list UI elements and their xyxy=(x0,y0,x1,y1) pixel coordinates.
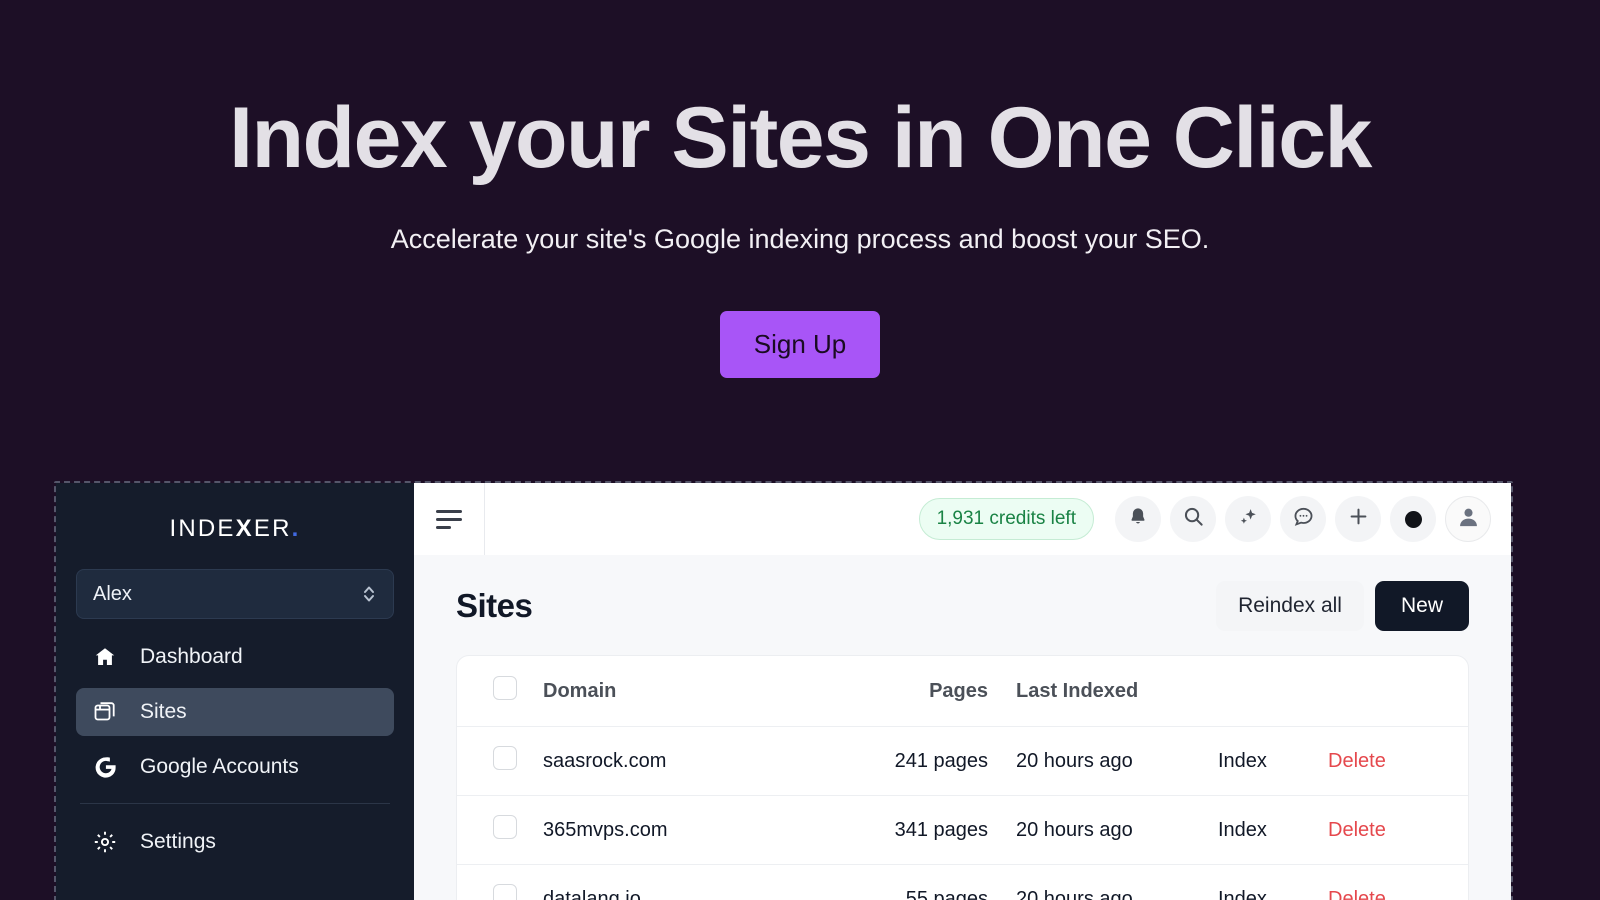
logo-part-x: X xyxy=(235,515,254,542)
select-all-header xyxy=(457,656,543,727)
row-select-cell xyxy=(457,726,543,796)
row-checkbox[interactable] xyxy=(493,815,517,839)
search-icon xyxy=(1182,505,1205,533)
table-row[interactable]: datalang.io 55 pages 20 hours ago Index … xyxy=(457,865,1468,900)
cell-pages: 55 pages xyxy=(905,887,988,900)
bell-icon xyxy=(1127,506,1149,533)
chevron-up-down-icon xyxy=(361,583,377,605)
sites-table: Domain Pages Last Indexed saasrock.com 2… xyxy=(457,656,1468,900)
app-logo: INDEXER. xyxy=(76,483,394,543)
cell-last-indexed: 20 hours ago xyxy=(988,795,1218,865)
column-header-domain: Domain xyxy=(543,656,808,727)
row-select-cell xyxy=(457,795,543,865)
plus-icon xyxy=(1347,505,1370,533)
main-area: 1,931 credits left Sites Reindex all New… xyxy=(414,483,1511,900)
chat-button[interactable] xyxy=(1280,496,1326,542)
sidebar: INDEXER. Alex Dashboard Sites Google Acc… xyxy=(56,483,414,900)
table-row[interactable]: saasrock.com 241 pages 20 hours ago Inde… xyxy=(457,726,1468,796)
table-header: Domain Pages Last Indexed xyxy=(457,656,1468,727)
index-action-link[interactable]: Index xyxy=(1218,726,1328,796)
row-checkbox[interactable] xyxy=(493,884,517,900)
theme-toggle-button[interactable] xyxy=(1390,496,1436,542)
page-title: Index your Sites in One Click xyxy=(229,90,1372,186)
home-icon xyxy=(92,644,118,670)
table-row[interactable]: 365mvps.com 341 pages 20 hours ago Index… xyxy=(457,795,1468,865)
cell-domain: saasrock.com xyxy=(543,726,808,796)
index-action-link[interactable]: Index xyxy=(1218,865,1328,900)
delete-action-link[interactable]: Delete xyxy=(1328,865,1468,900)
search-button[interactable] xyxy=(1170,496,1216,542)
sidebar-item-dashboard[interactable]: Dashboard xyxy=(76,633,394,681)
sparkles-icon xyxy=(1237,505,1260,533)
index-action-link[interactable]: Index xyxy=(1218,795,1328,865)
theme-dot-icon xyxy=(1404,510,1422,528)
account-name: Alex xyxy=(93,582,132,605)
hero-section: Index your Sites in One Click Accelerate… xyxy=(0,0,1600,378)
new-site-button[interactable]: New xyxy=(1374,581,1469,631)
cell-pages: 341 pages xyxy=(808,795,988,865)
row-checkbox[interactable] xyxy=(493,746,517,770)
window-icon xyxy=(92,699,118,725)
sites-title: Sites xyxy=(456,587,533,624)
add-button[interactable] xyxy=(1335,496,1381,542)
sidebar-nav: Dashboard Sites Google Accounts Settings xyxy=(76,633,394,866)
logo-part-1: INDE xyxy=(169,515,236,542)
top-toolbar: 1,931 credits left xyxy=(414,483,1511,555)
cell-last-indexed: 20 hours ago xyxy=(988,726,1218,796)
column-header-index-action xyxy=(1218,656,1328,727)
content-header: Sites Reindex all New xyxy=(456,581,1469,631)
user-avatar-button[interactable] xyxy=(1445,496,1491,542)
sidebar-item-label: Dashboard xyxy=(140,645,243,668)
reindex-all-button[interactable]: Reindex all xyxy=(1216,581,1364,631)
sign-up-button[interactable]: Sign Up xyxy=(719,311,881,378)
hamburger-icon[interactable] xyxy=(436,509,462,529)
notifications-button[interactable] xyxy=(1115,496,1161,542)
sidebar-item-settings[interactable]: Settings xyxy=(76,818,394,866)
landing-page: Index your Sites in One Click Accelerate… xyxy=(0,0,1600,900)
content-area: Sites Reindex all New Domain Pages Last … xyxy=(414,555,1511,900)
sites-table-card: Domain Pages Last Indexed saasrock.com 2… xyxy=(456,655,1469,900)
cell-last-indexed: 20 hours ago xyxy=(1016,887,1133,900)
cell-domain: datalang.io xyxy=(543,887,641,900)
table-header-row: Domain Pages Last Indexed xyxy=(457,656,1468,727)
delete-action-link[interactable]: Delete xyxy=(1328,726,1468,796)
sidebar-divider xyxy=(80,803,390,804)
avatar-icon xyxy=(1456,504,1481,534)
sidebar-item-label: Sites xyxy=(140,700,187,723)
app-preview-window: INDEXER. Alex Dashboard Sites Google Acc… xyxy=(54,481,1513,900)
account-switcher[interactable]: Alex xyxy=(76,569,394,619)
google-g-icon xyxy=(92,754,118,780)
column-header-delete-action xyxy=(1328,656,1468,727)
chat-bubble-icon xyxy=(1292,505,1315,533)
sidebar-item-sites[interactable]: Sites xyxy=(76,688,394,736)
table-body: saasrock.com 241 pages 20 hours ago Inde… xyxy=(457,726,1468,900)
select-all-checkbox[interactable] xyxy=(493,676,517,700)
column-header-pages: Pages xyxy=(808,656,988,727)
sidebar-item-google-accounts[interactable]: Google Accounts xyxy=(76,743,394,791)
credits-badge: 1,931 credits left xyxy=(918,498,1094,540)
logo-dot: . xyxy=(291,515,301,542)
cell-pages: 241 pages xyxy=(808,726,988,796)
gear-icon xyxy=(92,829,118,855)
sidebar-item-label: Settings xyxy=(140,830,216,853)
hero-cta-wrapper: Sign Up xyxy=(0,311,1600,378)
hero-subtitle: Accelerate your site's Google indexing p… xyxy=(390,224,1210,254)
column-header-last-indexed: Last Indexed xyxy=(988,656,1218,727)
delete-action-link[interactable]: Delete xyxy=(1328,795,1468,865)
toolbar-divider xyxy=(484,483,485,555)
ai-assist-button[interactable] xyxy=(1225,496,1271,542)
sidebar-item-label: Google Accounts xyxy=(140,755,299,778)
cell-domain: 365mvps.com xyxy=(543,795,808,865)
logo-part-3: ER xyxy=(253,515,292,542)
row-select-cell xyxy=(457,865,543,900)
